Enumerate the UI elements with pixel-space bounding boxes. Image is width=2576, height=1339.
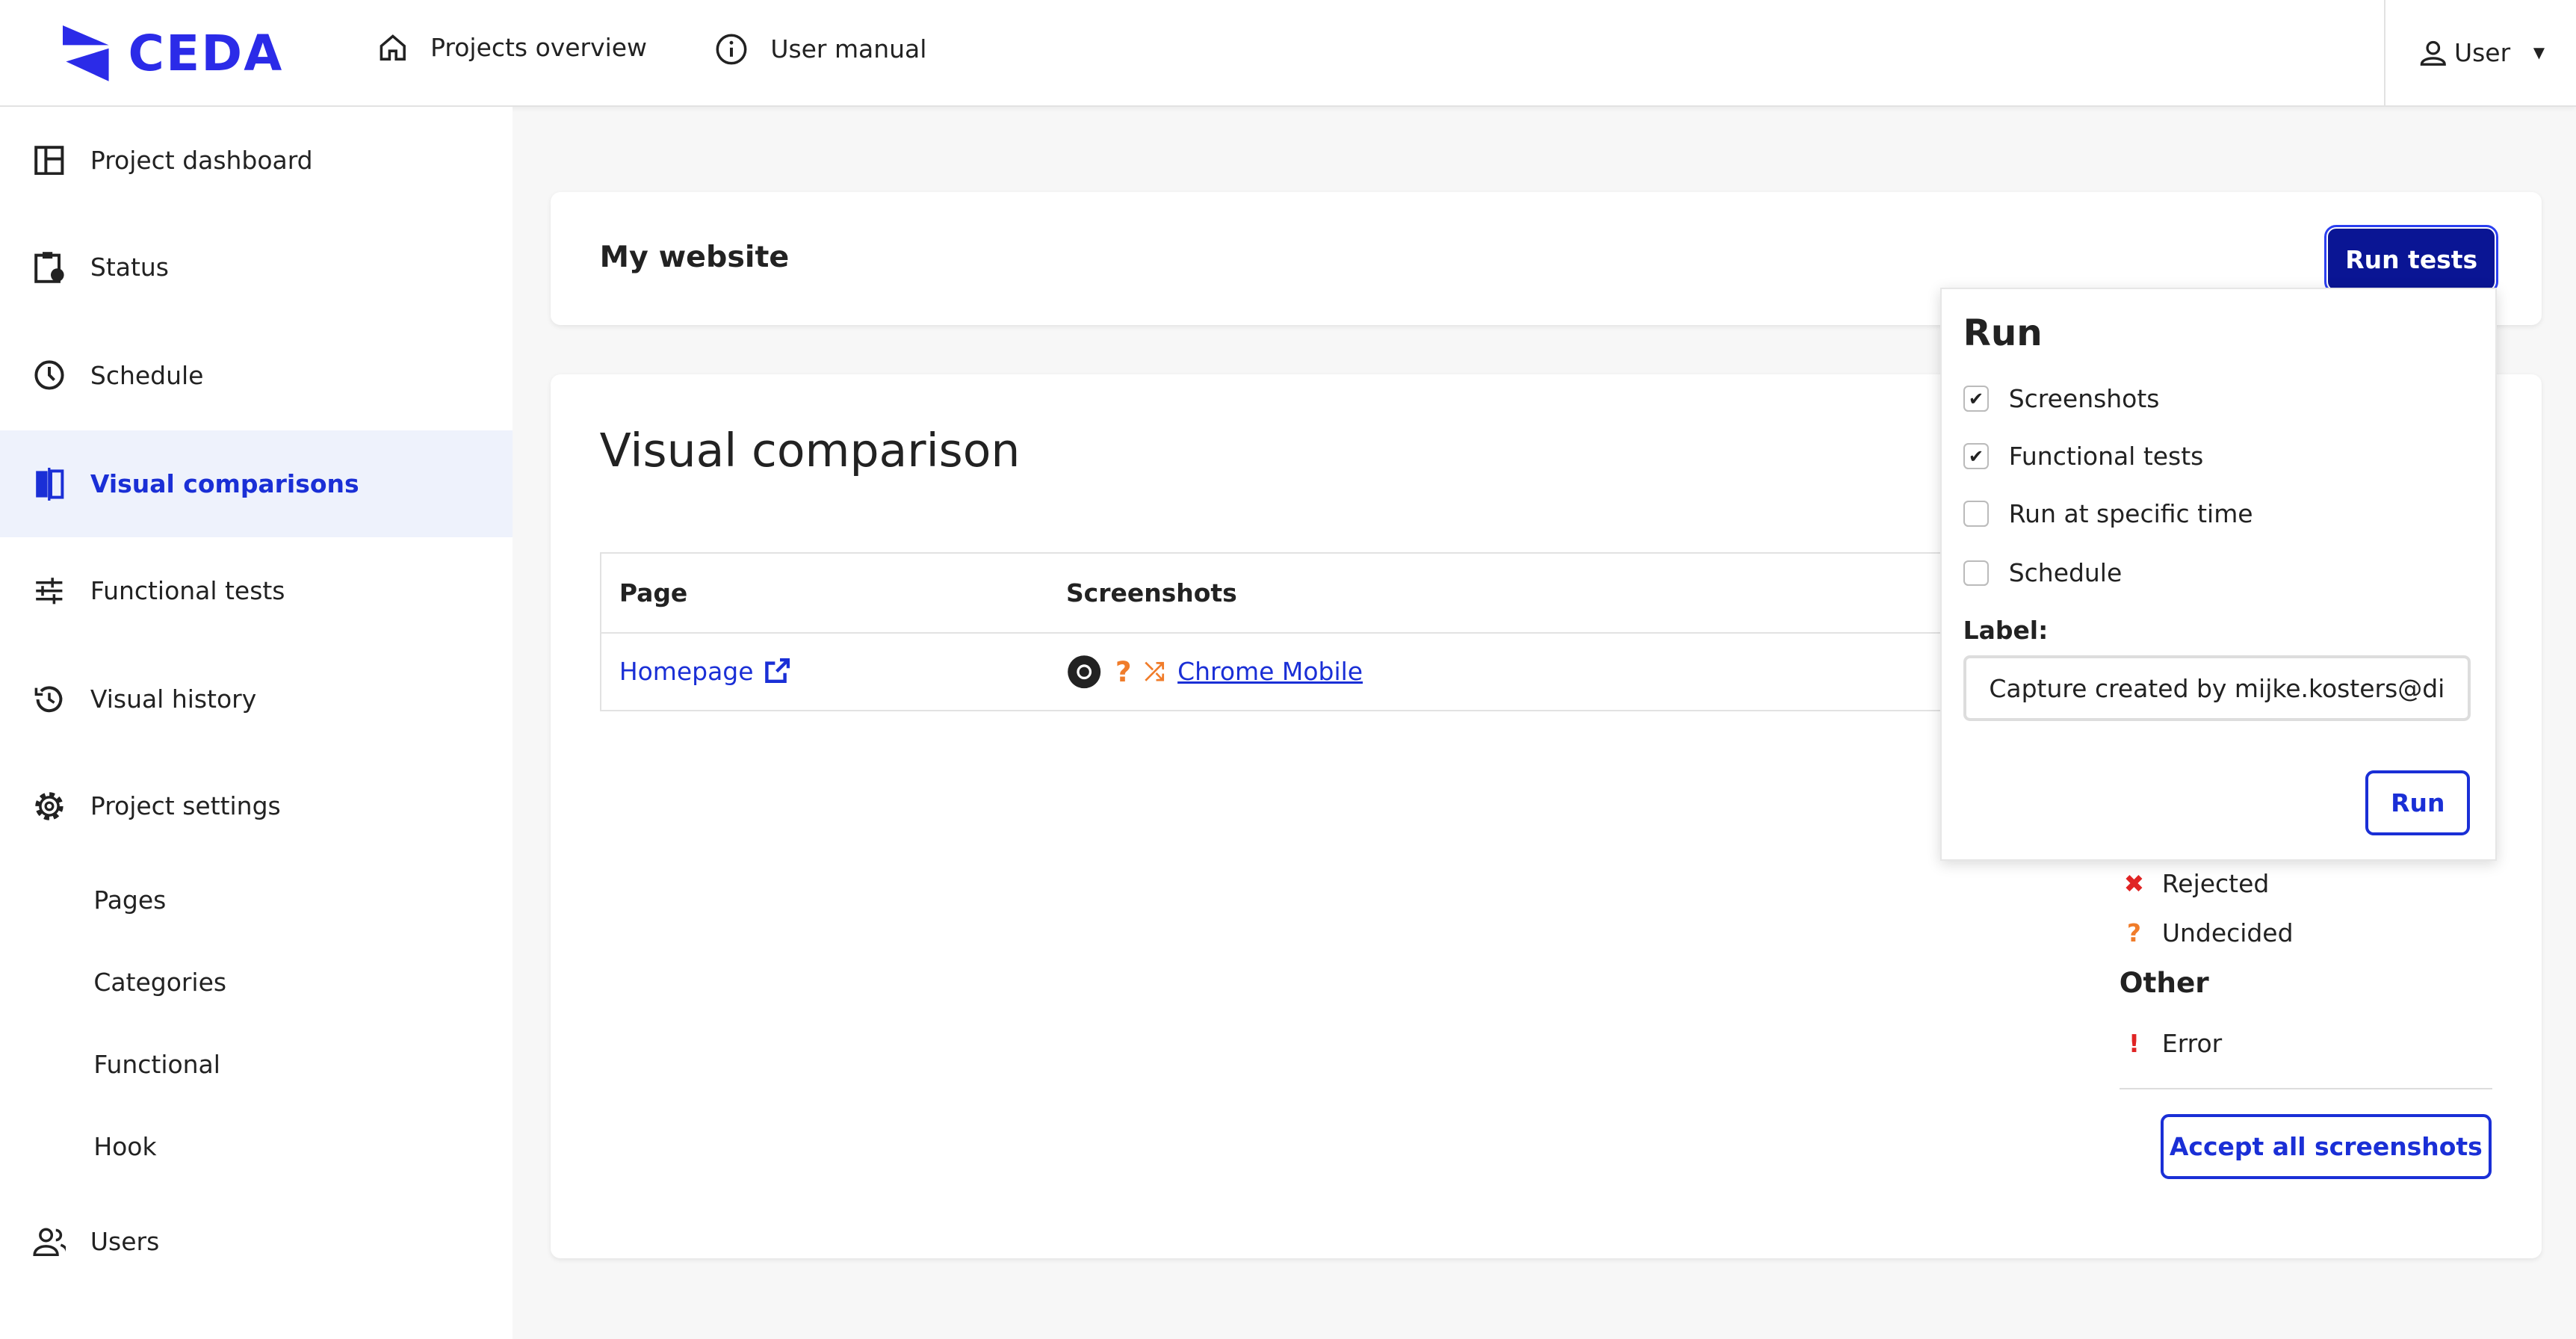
history-icon bbox=[33, 683, 66, 716]
page-name: Homepage bbox=[619, 657, 754, 687]
sidebar-item-label: Project settings bbox=[90, 791, 281, 821]
clipboard-clock-icon bbox=[33, 250, 66, 284]
sidebar-item-label: Visual comparisons bbox=[90, 469, 359, 499]
comparison-table: Page Screenshots Homepage ? ⤮ Chrome Mob… bbox=[599, 551, 1966, 711]
nav-label: Projects overview bbox=[430, 33, 648, 63]
column-header-page: Page bbox=[619, 578, 688, 608]
question-icon: ? bbox=[2126, 918, 2142, 948]
checkbox-label: Schedule bbox=[2008, 558, 2123, 588]
chrome-icon bbox=[1068, 655, 1101, 688]
sidebar-item-status[interactable]: Status bbox=[0, 214, 513, 321]
clock-icon bbox=[33, 359, 66, 392]
legend-undecided: ? Undecided bbox=[2123, 918, 2294, 948]
column-header-screenshots: Screenshots bbox=[1065, 578, 1237, 608]
checkbox-label: Screenshots bbox=[2008, 384, 2160, 414]
users-icon bbox=[33, 1225, 66, 1258]
nav-user-manual[interactable]: User manual bbox=[715, 33, 927, 66]
table-header: Page Screenshots bbox=[601, 554, 1965, 634]
logo-text: CEDA bbox=[128, 24, 284, 82]
label-input[interactable] bbox=[1963, 655, 2471, 722]
label-heading: Label: bbox=[1963, 616, 2049, 646]
sidebar: Project dashboard Status Schedule Visual… bbox=[0, 106, 513, 1339]
checkbox[interactable]: ✔ bbox=[1963, 386, 1990, 412]
run-tests-button[interactable]: Run tests bbox=[2323, 224, 2499, 294]
legend-error: ! Error bbox=[2123, 1029, 2222, 1058]
legend-label: Rejected bbox=[2161, 869, 2270, 899]
sidebar-item-label: Functional tests bbox=[90, 576, 285, 605]
legend-rejected: ✖ Rejected bbox=[2123, 869, 2270, 899]
sidebar-item-project-dashboard[interactable]: Project dashboard bbox=[0, 107, 513, 214]
run-popup: Run ✔ Screenshots ✔ Functional tests Run a… bbox=[1940, 287, 2498, 861]
checkbox-label: Functional tests bbox=[2008, 442, 2204, 471]
user-label: User bbox=[2453, 37, 2511, 67]
sidebar-item-label: Schedule bbox=[90, 360, 204, 390]
page-title: Visual comparison bbox=[599, 424, 1021, 478]
logo-icon bbox=[62, 25, 109, 81]
sidebar-item-functional-tests[interactable]: Functional tests bbox=[0, 537, 513, 644]
accept-all-screenshots-button[interactable]: Accept all screenshots bbox=[2160, 1113, 2492, 1180]
checkbox-schedule[interactable]: Schedule bbox=[1963, 558, 2123, 588]
user-menu[interactable]: User ▼ bbox=[2383, 0, 2576, 105]
user-icon bbox=[2420, 40, 2446, 66]
legend-label: Error bbox=[2161, 1028, 2223, 1058]
sidebar-item-label: Users bbox=[90, 1226, 160, 1256]
checkbox[interactable] bbox=[1963, 560, 1990, 587]
sidebar-item-project-settings[interactable]: Project settings bbox=[0, 752, 513, 859]
sidebar-subitem-categories[interactable]: Categories bbox=[93, 968, 226, 997]
sidebar-item-label: Visual history bbox=[90, 684, 257, 714]
checkbox-functional-tests[interactable]: ✔ Functional tests bbox=[1963, 442, 2204, 471]
sidebar-item-visual-comparisons[interactable]: Visual comparisons bbox=[0, 430, 513, 538]
ceda-logo[interactable]: CEDA bbox=[62, 24, 284, 82]
sliders-icon bbox=[33, 575, 66, 607]
checkbox-label: Run at specific time bbox=[2008, 499, 2253, 529]
top-header: CEDA Projects overview User manual User … bbox=[0, 0, 2576, 107]
checkbox[interactable] bbox=[1963, 501, 1990, 528]
checkbox-screenshots[interactable]: ✔ Screenshots bbox=[1963, 384, 2160, 414]
sidebar-subitem-functional[interactable]: Functional bbox=[93, 1050, 220, 1079]
sidebar-item-visual-history[interactable]: Visual history bbox=[0, 646, 513, 752]
compare-icon bbox=[33, 467, 66, 501]
sidebar-subitem-pages[interactable]: Pages bbox=[93, 885, 166, 915]
nav-label: User manual bbox=[770, 34, 927, 64]
nav-projects-overview[interactable]: Projects overview bbox=[378, 33, 647, 63]
run-button[interactable]: Run bbox=[2365, 770, 2471, 836]
checkbox[interactable]: ✔ bbox=[1963, 443, 1990, 470]
shuffle-icon: ⤮ bbox=[1145, 656, 1165, 686]
dashboard-icon bbox=[33, 143, 66, 176]
sidebar-subitem-hook[interactable]: Hook bbox=[93, 1132, 156, 1161]
checkbox-run-at-specific-time[interactable]: Run at specific time bbox=[1963, 499, 2253, 528]
legend-other-heading: Other bbox=[2119, 966, 2209, 999]
browser-link[interactable]: Chrome Mobile bbox=[1177, 657, 1363, 686]
info-icon bbox=[716, 34, 746, 65]
undecided-icon: ? bbox=[1115, 655, 1132, 688]
sidebar-item-users[interactable]: Users bbox=[0, 1188, 513, 1295]
divider bbox=[2119, 1087, 2492, 1089]
exclamation-icon: ! bbox=[2128, 1028, 2140, 1058]
table-row: Homepage ? ⤮ Chrome Mobile bbox=[601, 634, 1965, 709]
sidebar-item-label: Project dashboard bbox=[90, 145, 313, 175]
x-icon: ✖ bbox=[2123, 869, 2145, 899]
page-link[interactable]: Homepage bbox=[601, 657, 1066, 686]
caret-down-icon: ▼ bbox=[2533, 43, 2545, 61]
sidebar-item-label: Status bbox=[90, 252, 169, 282]
project-title: My website bbox=[599, 240, 790, 275]
home-icon bbox=[380, 34, 406, 61]
legend-label: Undecided bbox=[2161, 918, 2294, 948]
external-link-icon bbox=[764, 658, 790, 684]
popup-title: Run bbox=[1963, 312, 2043, 354]
sidebar-item-schedule[interactable]: Schedule bbox=[0, 322, 513, 429]
gear-icon bbox=[33, 790, 66, 823]
